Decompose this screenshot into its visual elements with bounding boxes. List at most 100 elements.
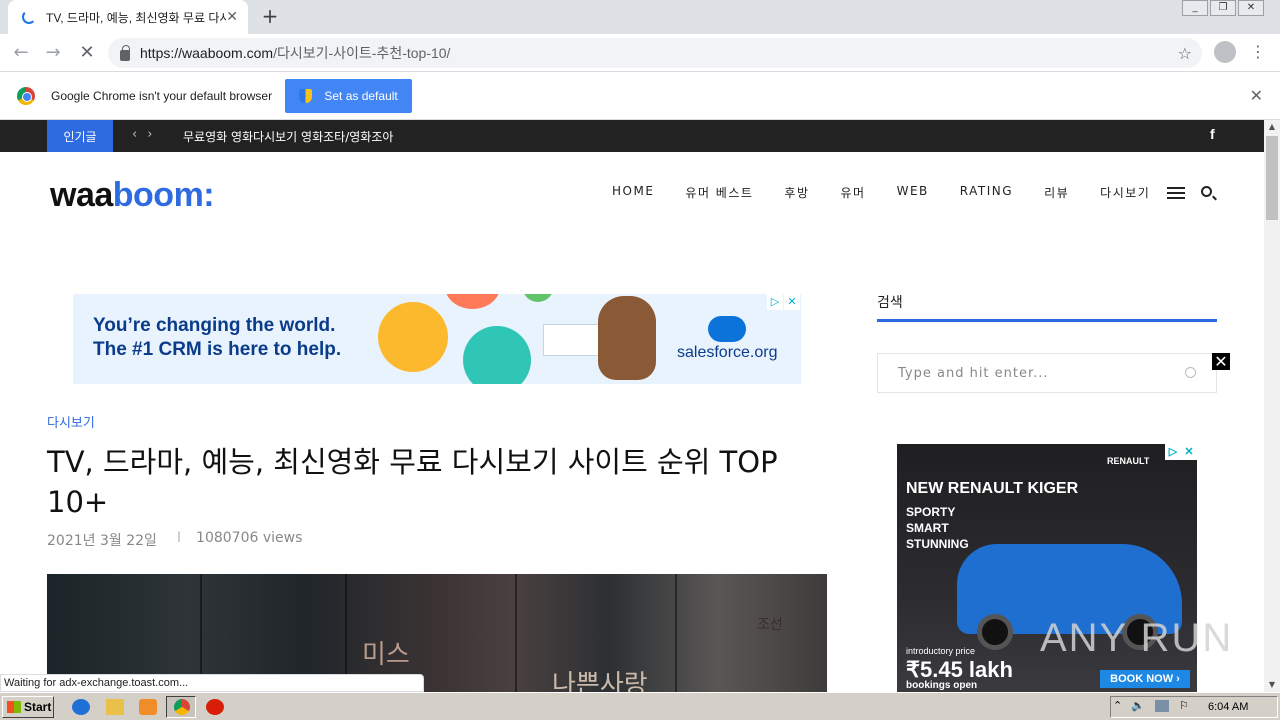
ad-headline: You’re changing the world. The #1 CRM is… <box>93 314 341 362</box>
back-icon[interactable]: ← <box>8 40 34 66</box>
set-as-default-button[interactable]: Set as default <box>285 78 413 113</box>
windows-logo-icon <box>7 701 21 713</box>
logo-part2: boom: <box>112 176 215 214</box>
post-date: 2021년 3월 22일 <box>47 533 157 549</box>
poster-text: 나쁜사랑 <box>552 670 648 692</box>
site-logo[interactable]: waaboom: <box>50 176 215 215</box>
sidebar-search-input[interactable]: Type and hit enter... <box>877 353 1217 393</box>
nav-item-humor-best[interactable]: 유머 베스트 <box>685 184 753 201</box>
url-path: /다시보기-사이트-추천-top-10/ <box>273 45 451 61</box>
nav-item-rating[interactable]: RATING <box>960 184 1013 201</box>
stop-loading-icon[interactable]: ✕ <box>74 40 100 66</box>
tab-title: TV, 드라마, 예능, 최신영화 무료 다시보기 사이트 순위 TOP 10+ <box>46 10 226 25</box>
tagline-line: SPORTY <box>906 505 956 519</box>
browser-tab[interactable]: TV, 드라마, 예능, 최신영화 무료 다시보기 사이트 순위 TOP 10+… <box>8 0 248 34</box>
start-label: Start <box>24 700 52 714</box>
nav-item-rewatch[interactable]: 다시보기 <box>1100 184 1150 201</box>
ad-close-icon[interactable]: ✕ <box>784 294 800 310</box>
book-now-button[interactable]: BOOK NOW › <box>1100 670 1190 688</box>
infobar-message: Google Chrome isn't your default browser <box>51 88 273 103</box>
menu-dots-icon[interactable]: ⋮ <box>1250 42 1266 61</box>
adchoices-icon[interactable]: ▷ <box>1165 444 1181 460</box>
nav-item-web[interactable]: WEB <box>897 184 929 201</box>
post-views: 1080706 views <box>196 530 303 546</box>
post-category[interactable]: 다시보기 <box>47 412 95 431</box>
profile-avatar-icon[interactable] <box>1214 41 1236 63</box>
ad-brand-name: salesforce.org <box>677 344 778 361</box>
opera-icon[interactable] <box>206 699 224 715</box>
explorer-icon[interactable] <box>106 699 124 715</box>
search-placeholder: Type and hit enter... <box>898 365 1049 381</box>
ticker-prev-icon[interactable]: ‹ <box>132 127 147 142</box>
nav-item-hubang[interactable]: 후방 <box>784 184 809 201</box>
chrome-taskbar-button[interactable] <box>166 696 196 718</box>
site-topbar: 인기글 ‹› 무료영화 영화다시보기 영화조타/영화조아 f <box>0 120 1264 152</box>
salesforce-cloud-icon <box>708 316 746 342</box>
ad-close-button[interactable]: ✕ <box>1212 353 1230 370</box>
search-icon[interactable] <box>1185 367 1196 378</box>
renault-ad-headline: NEW RENAULT KIGER <box>906 480 1079 497</box>
scroll-up-icon[interactable]: ▲ <box>1264 120 1280 134</box>
search-icon[interactable] <box>1201 186 1212 197</box>
new-tab-button[interactable]: + <box>258 4 282 28</box>
ad-decor-circle <box>445 294 500 309</box>
renault-ad-tagline: SPORTY SMART STUNNING <box>906 504 969 552</box>
chrome-icon <box>174 699 190 715</box>
hamburger-menu-icon[interactable] <box>1167 187 1185 199</box>
ad-mascot-image <box>598 296 656 380</box>
meta-separator: I <box>176 530 182 546</box>
window-controls: _ ❐ ✕ <box>1180 0 1264 18</box>
tab-close-button[interactable]: ✕ <box>226 9 238 25</box>
tab-strip: TV, 드라마, 예능, 최신영화 무료 다시보기 사이트 순위 TOP 10+… <box>0 0 1280 34</box>
poster-text: 조선 <box>757 617 783 633</box>
ticker-headline[interactable]: 무료영화 영화다시보기 영화조타/영화조아 <box>183 128 393 145</box>
url-text[interactable]: https://waaboom.com/다시보기-사이트-추천-top-10/ <box>140 43 450 63</box>
browser-toolbar: ← → ✕ https://waaboom.com/다시보기-사이트-추천-to… <box>0 34 1280 72</box>
facebook-icon[interactable]: f <box>1210 126 1215 142</box>
page-viewport: 인기글 ‹› 무료영화 영화다시보기 영화조타/영화조아 f waaboom: … <box>0 120 1264 692</box>
close-window-button[interactable]: ✕ <box>1238 0 1264 16</box>
bookings-open-label: bookings open <box>906 680 978 691</box>
set-as-default-label: Set as default <box>324 88 398 103</box>
scroll-down-icon[interactable]: ▼ <box>1264 678 1280 692</box>
anyrun-watermark: ANY RUN <box>1040 616 1234 660</box>
minimize-button[interactable]: _ <box>1182 0 1208 16</box>
bookmark-star-icon[interactable]: ☆ <box>1178 44 1192 63</box>
media-player-icon[interactable] <box>139 699 157 715</box>
address-bar[interactable]: https://waaboom.com/다시보기-사이트-추천-top-10/ … <box>108 38 1202 68</box>
ticker-arrows: ‹› <box>132 127 162 142</box>
scrollbar-thumb[interactable] <box>1266 136 1278 220</box>
infobar-close-icon[interactable]: ✕ <box>1250 86 1263 105</box>
car-wheel <box>977 614 1013 650</box>
ticker-next-icon[interactable]: › <box>147 127 162 142</box>
lock-icon <box>120 44 130 61</box>
page-scrollbar[interactable]: ▲ ▼ <box>1264 120 1280 692</box>
forward-icon[interactable]: → <box>40 40 66 66</box>
poster-text: 미스 <box>362 640 410 670</box>
search-widget-title: 검색 <box>877 295 903 311</box>
ad-close-icon[interactable]: ✕ <box>1181 444 1197 460</box>
nav-item-review[interactable]: 리뷰 <box>1044 184 1069 201</box>
volume-icon[interactable]: 🔈 <box>1131 699 1145 712</box>
network-icon[interactable] <box>1155 700 1169 712</box>
logo-part1: waa <box>50 176 113 214</box>
status-bubble: Waiting for adx-exchange.toast.com... <box>0 674 424 692</box>
intro-price-label: introductory price <box>906 646 976 656</box>
start-button[interactable]: Start <box>2 696 54 718</box>
nav-item-home[interactable]: HOME <box>612 184 654 201</box>
loading-spinner-icon <box>22 10 36 24</box>
default-browser-infobar: Google Chrome isn't your default browser… <box>0 72 1280 120</box>
adchoices-icon[interactable]: ▷ <box>767 294 783 310</box>
system-tray: ⌃ 🔈 ⚐ <box>1110 696 1278 718</box>
tray-expand-icon[interactable]: ⌃ <box>1113 699 1122 712</box>
windows-taskbar: Start ⌃ 🔈 ⚐ 6:04 AM <box>0 692 1280 720</box>
popular-badge: 인기글 <box>47 120 113 152</box>
maximize-button[interactable]: ❐ <box>1210 0 1236 16</box>
poster-panel <box>677 574 827 692</box>
ad-person-photo <box>463 326 531 384</box>
nav-item-humor[interactable]: 유머 <box>841 184 866 201</box>
taskbar-clock: 6:04 AM <box>1208 701 1249 713</box>
flag-icon[interactable]: ⚐ <box>1179 699 1189 712</box>
ie-icon[interactable] <box>72 699 90 715</box>
salesforce-banner-ad[interactable]: You’re changing the world. The #1 CRM is… <box>73 294 801 384</box>
